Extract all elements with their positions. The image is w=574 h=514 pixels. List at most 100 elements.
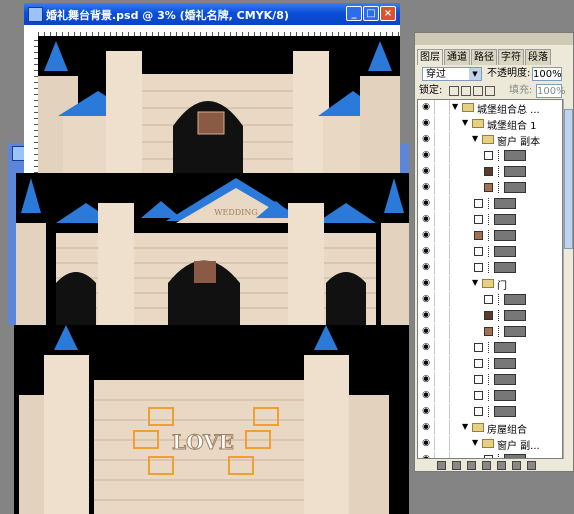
new-layer-icon[interactable]	[512, 461, 521, 470]
new-group-icon[interactable]	[497, 461, 506, 470]
scrollbar-thumb[interactable]	[564, 109, 573, 249]
layer-link-cell[interactable]	[435, 260, 450, 275]
panel-title-bar[interactable]	[415, 33, 573, 45]
tab-3[interactable]: 字符	[498, 49, 524, 65]
expand-triangle-icon[interactable]: ▼	[462, 422, 468, 431]
eye-icon[interactable]: ◉	[418, 180, 435, 195]
document-window[interactable]: 婚礼舞台背景.psd @ 3% (婚礼名牌, CMYK/8) _ □ ×	[24, 3, 400, 173]
eye-icon[interactable]: ◉	[418, 244, 435, 259]
layer-link-cell[interactable]	[435, 452, 450, 458]
layer-group-row[interactable]: ◉ ▼ 城堡组合总 ...	[418, 100, 562, 117]
expand-triangle-icon[interactable]: ▼	[452, 102, 458, 111]
expand-triangle-icon[interactable]: ▼	[472, 134, 478, 143]
tab-4[interactable]: 段落	[525, 49, 551, 65]
blend-mode-select[interactable]: 穿过 ▼	[422, 67, 482, 81]
eye-icon[interactable]: ◉	[418, 388, 435, 403]
eye-icon[interactable]: ◉	[418, 164, 435, 179]
eye-icon[interactable]: ◉	[418, 212, 435, 227]
opacity-input[interactable]: 100%	[532, 67, 562, 81]
layer-link-cell[interactable]	[435, 148, 450, 163]
layer-link-cell[interactable]	[435, 308, 450, 323]
eye-icon[interactable]: ◉	[418, 100, 435, 115]
layer-row[interactable]: ◉	[418, 372, 562, 389]
tab-0[interactable]: 图层	[417, 49, 443, 65]
adjustment-layer-icon[interactable]	[482, 461, 491, 470]
eye-icon[interactable]: ◉	[418, 148, 435, 163]
expand-triangle-icon[interactable]: ▼	[472, 278, 478, 287]
layer-link-cell[interactable]	[435, 404, 450, 419]
eye-icon[interactable]: ◉	[418, 260, 435, 275]
layer-row[interactable]: ◉	[418, 180, 562, 197]
eye-icon[interactable]: ◉	[418, 116, 435, 131]
expand-triangle-icon[interactable]: ▼	[462, 118, 468, 127]
layer-link-cell[interactable]	[435, 292, 450, 307]
layer-group-row[interactable]: ◉ ▼ 门	[418, 276, 562, 293]
expand-triangle-icon[interactable]: ▼	[472, 438, 478, 447]
minimize-button[interactable]: _	[346, 6, 362, 21]
layer-link-cell[interactable]	[435, 228, 450, 243]
layer-row[interactable]: ◉	[418, 356, 562, 373]
close-button[interactable]: ×	[380, 6, 396, 21]
layer-group-row[interactable]: ◉ ▼ 窗户 副...	[418, 436, 562, 453]
layer-link-cell[interactable]	[435, 180, 450, 195]
trash-icon[interactable]	[527, 461, 536, 470]
layer-row[interactable]: ◉	[418, 148, 562, 165]
eye-icon[interactable]: ◉	[418, 452, 435, 458]
layer-link-cell[interactable]	[435, 276, 450, 291]
eye-icon[interactable]: ◉	[418, 420, 435, 435]
eye-icon[interactable]: ◉	[418, 228, 435, 243]
layer-row[interactable]: ◉	[418, 324, 562, 341]
maximize-button[interactable]: □	[363, 6, 379, 21]
eye-icon[interactable]: ◉	[418, 340, 435, 355]
layer-row[interactable]: ◉	[418, 292, 562, 309]
eye-icon[interactable]: ◉	[418, 292, 435, 307]
eye-icon[interactable]: ◉	[418, 276, 435, 291]
layer-group-row[interactable]: ◉ ▼ 窗户 副本	[418, 132, 562, 149]
lock-all-icon[interactable]	[485, 86, 495, 96]
layer-link-cell[interactable]	[435, 164, 450, 179]
lock-move-icon[interactable]	[473, 86, 483, 96]
title-bar[interactable]: 婚礼舞台背景.psd @ 3% (婚礼名牌, CMYK/8) _ □ ×	[24, 3, 400, 25]
layer-row[interactable]: ◉	[418, 244, 562, 261]
eye-icon[interactable]: ◉	[418, 132, 435, 147]
layer-link-cell[interactable]	[435, 420, 450, 435]
eye-icon[interactable]: ◉	[418, 196, 435, 211]
layer-group-row[interactable]: ◉ ▼ 房屋组合	[418, 420, 562, 437]
eye-icon[interactable]: ◉	[418, 308, 435, 323]
layer-link-cell[interactable]	[435, 436, 450, 451]
layer-link-cell[interactable]	[435, 212, 450, 227]
layer-group-row[interactable]: ◉ ▼ 城堡组合 1	[418, 116, 562, 133]
eye-icon[interactable]: ◉	[418, 372, 435, 387]
eye-icon[interactable]: ◉	[418, 404, 435, 419]
lock-brush-icon[interactable]	[461, 86, 471, 96]
layer-link-cell[interactable]	[435, 356, 450, 371]
layer-row[interactable]: ◉	[418, 212, 562, 229]
layer-link-cell[interactable]	[435, 100, 450, 115]
layer-row[interactable]: ◉	[418, 260, 562, 277]
layer-link-cell[interactable]	[435, 324, 450, 339]
layer-link-cell[interactable]	[435, 388, 450, 403]
layer-row[interactable]: ◉	[418, 308, 562, 325]
layer-row[interactable]: ◉	[418, 164, 562, 181]
eye-icon[interactable]: ◉	[418, 356, 435, 371]
layer-link-cell[interactable]	[435, 340, 450, 355]
layer-row[interactable]: ◉	[418, 340, 562, 357]
eye-icon[interactable]: ◉	[418, 324, 435, 339]
layer-row[interactable]: ◉	[418, 452, 562, 458]
tab-2[interactable]: 路径	[471, 49, 497, 65]
lock-transparent-icon[interactable]	[449, 86, 459, 96]
layer-row[interactable]: ◉	[418, 388, 562, 405]
tab-1[interactable]: 通道	[444, 49, 470, 65]
layer-row[interactable]: ◉	[418, 404, 562, 421]
layer-link-cell[interactable]	[435, 196, 450, 211]
layer-row[interactable]: ◉	[418, 228, 562, 245]
layer-row[interactable]: ◉	[418, 196, 562, 213]
layer-link-cell[interactable]	[435, 372, 450, 387]
horizontal-ruler[interactable]	[38, 25, 400, 36]
vertical-ruler[interactable]	[24, 36, 38, 173]
eye-icon[interactable]: ◉	[418, 436, 435, 451]
layer-link-cell[interactable]	[435, 244, 450, 259]
layer-link-cell[interactable]	[435, 116, 450, 131]
layer-style-icon[interactable]	[452, 461, 461, 470]
link-layers-icon[interactable]	[437, 461, 446, 470]
